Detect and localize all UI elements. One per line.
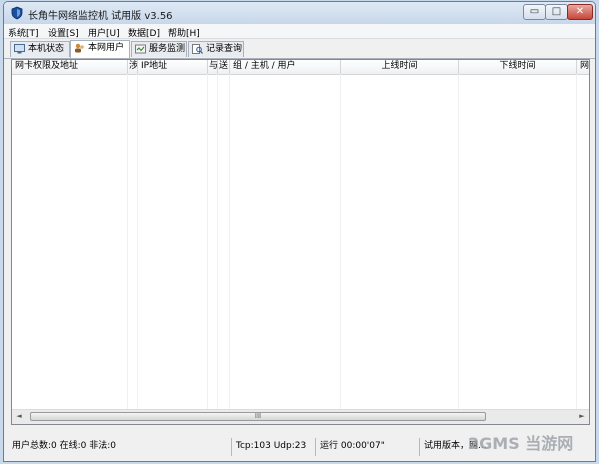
service-icon (135, 44, 146, 54)
col-ip-address[interactable]: IP地址 (138, 60, 208, 74)
watermark-logo: 2GMS 当游网 (468, 434, 574, 453)
column-gridline (229, 74, 230, 410)
horizontal-scrollbar[interactable]: ◄ III ► (12, 409, 589, 424)
col-flag[interactable]: 涉 (128, 60, 138, 74)
column-gridline (458, 74, 459, 410)
window-title: 长角牛网络监控机 试用版 v3.56 (28, 11, 173, 22)
col-net[interactable]: 网 (577, 60, 589, 74)
menu-help[interactable]: 帮助[H] (168, 26, 200, 39)
maximize-button[interactable]: □ (545, 4, 568, 20)
tab-service-monitor[interactable]: 服务监测 (131, 41, 187, 57)
tab-network-users[interactable]: 本网用户 (70, 40, 130, 58)
scroll-right-arrow-icon[interactable]: ► (575, 410, 589, 423)
minimize-button[interactable]: ▭ (523, 4, 546, 20)
col-send[interactable]: 送 (218, 60, 230, 74)
col-nic-address[interactable]: 网卡权限及地址 (12, 60, 128, 74)
tab-bar: 本机状态 本网用户 服务监测 记录查询 (4, 39, 595, 58)
tab-label: 记录查询 (206, 44, 243, 54)
column-gridline (127, 74, 128, 410)
col-and[interactable]: 与 (208, 60, 218, 74)
column-gridline (576, 74, 577, 410)
close-button[interactable]: ✕ (567, 4, 593, 20)
search-records-icon (192, 44, 203, 54)
menu-users[interactable]: 用户[U] (88, 26, 120, 39)
column-gridline (217, 74, 218, 410)
menu-system[interactable]: 系统[T] (8, 26, 39, 39)
status-ports: Tcp:103 Udp:23 (232, 438, 316, 456)
users-table[interactable]: 网卡权限及地址 涉 IP地址 与 送 组 / 主机 / 用户 上线时间 下线时间… (11, 59, 590, 425)
scroll-thumb[interactable]: III (30, 412, 486, 421)
menu-data[interactable]: 数据[D] (128, 26, 160, 39)
monitor-icon (14, 44, 25, 54)
users-icon (75, 43, 84, 53)
shield-icon (11, 6, 23, 20)
col-online-time[interactable]: 上线时间 (341, 60, 459, 74)
tab-label: 服务监测 (149, 44, 186, 54)
scroll-left-arrow-icon[interactable]: ◄ (12, 410, 26, 423)
tab-local-status[interactable]: 本机状态 (10, 41, 70, 57)
main-window: 长角牛网络监控机 试用版 v3.56 ▭ □ ✕ 系统[T] 设置[S] 用户[… (3, 1, 596, 462)
column-gridline (137, 74, 138, 410)
title-bar[interactable]: 长角牛网络监控机 试用版 v3.56 ▭ □ ✕ (4, 2, 595, 25)
col-offline-time[interactable]: 下线时间 (459, 60, 577, 74)
column-gridline (207, 74, 208, 410)
menu-settings[interactable]: 设置[S] (48, 26, 79, 39)
tab-label: 本网用户 (88, 43, 125, 53)
menu-bar: 系统[T] 设置[S] 用户[U] 数据[D] 帮助[H] (4, 24, 595, 39)
table-header: 网卡权限及地址 涉 IP地址 与 送 组 / 主机 / 用户 上线时间 下线时间… (12, 60, 589, 75)
column-gridline (340, 74, 341, 410)
col-group-host-user[interactable]: 组 / 主机 / 用户 (230, 60, 341, 74)
status-user-count: 用户总数:0 在线:0 非法:0 (8, 438, 232, 456)
tab-record-query[interactable]: 记录查询 (188, 41, 244, 57)
tab-label: 本机状态 (28, 44, 65, 54)
status-runtime: 运行 00:00'07" (316, 438, 420, 456)
